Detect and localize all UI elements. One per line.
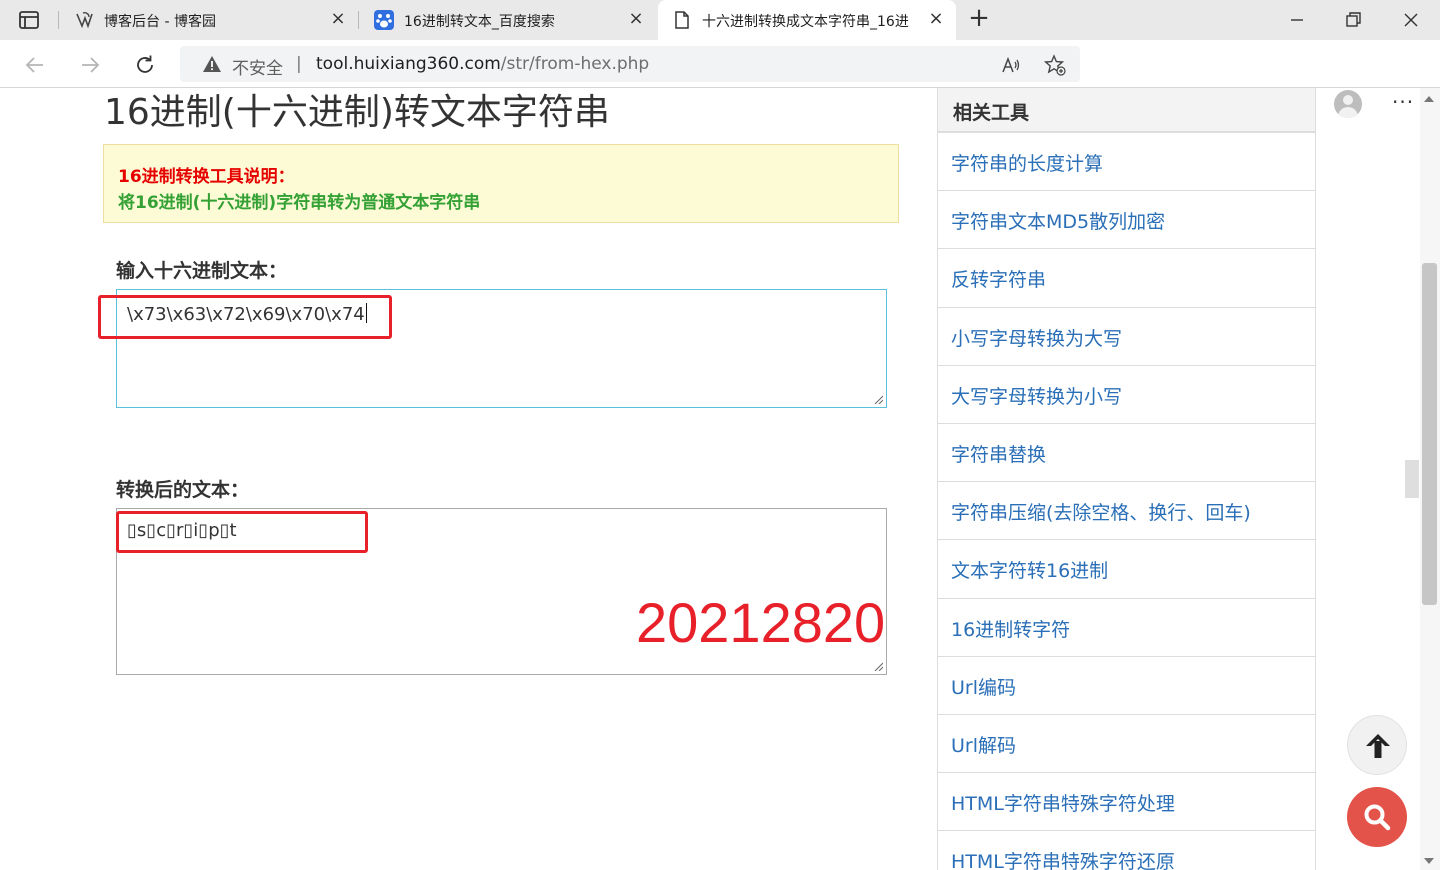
sidebar-link-to-lowercase[interactable]: 大写字母转换为小写 — [938, 366, 1315, 424]
output-label: 转换后的文本： — [116, 479, 250, 501]
tab-title: 十六进制转换成文本字符串_16进 — [702, 14, 909, 30]
sidebar-link-html-unescape[interactable]: HTML字符串特殊字符还原 — [938, 831, 1315, 870]
new-tab-icon[interactable]: + — [966, 5, 992, 32]
sidebar-link-string-compress[interactable]: 字符串压缩(去除空格、换行、回车) — [938, 482, 1315, 541]
tab-baidu[interactable]: 16进制转文本_百度搜索 × — [360, 0, 656, 40]
sidebar-link-reverse-string[interactable]: 反转字符串 — [938, 249, 1315, 308]
sidebar-link-url-encode[interactable]: Url编码 — [938, 657, 1315, 715]
close-window-icon[interactable] — [1399, 8, 1423, 32]
address-separator: | — [296, 54, 302, 74]
close-tab-icon[interactable]: × — [328, 9, 348, 29]
avatar-body — [1338, 107, 1358, 118]
arrow-up-icon — [1366, 734, 1390, 758]
sidebar-link-hex-to-char[interactable]: 16进制转字符 — [938, 599, 1315, 657]
more-options-icon[interactable]: ··· — [1392, 90, 1414, 114]
security-label[interactable]: 不安全 — [232, 54, 283, 79]
url-text[interactable]: tool.huixiang360.com/str/from-hex.php — [316, 54, 649, 74]
tool-notice: 16进制转换工具说明： 将16进制(十六进制)字符串转为普通文本字符串 — [103, 144, 899, 223]
tab-cnblogs[interactable]: 博客后台 - 博客园 × — [60, 0, 358, 40]
restore-icon[interactable] — [1341, 8, 1365, 32]
forward-arrow-icon[interactable] — [77, 52, 103, 78]
scrollbar-thumb[interactable] — [1422, 263, 1437, 605]
browser-toolbar: 不安全 | tool.huixiang360.com/str/from-hex.… — [0, 40, 1440, 121]
input-label: 输入十六进制文本： — [116, 260, 288, 282]
back-arrow-icon[interactable] — [22, 52, 48, 78]
avatar-head — [1343, 95, 1353, 105]
sidebar-link-text-to-hex[interactable]: 文本字符转16进制 — [938, 540, 1315, 599]
sidebar-link-url-decode[interactable]: Url解码 — [938, 715, 1315, 774]
notice-description: 将16进制(十六进制)字符串转为普通文本字符串 — [118, 193, 481, 213]
sidebar-link-html-escape[interactable]: HTML字符串特殊字符处理 — [938, 773, 1315, 832]
refresh-icon[interactable] — [132, 52, 158, 78]
warning-icon[interactable] — [202, 54, 222, 74]
input-highlight-box — [98, 295, 392, 339]
back-to-top-button[interactable] — [1347, 715, 1407, 775]
tab-actions-icon[interactable] — [18, 10, 40, 30]
url-host: tool.huixiang360.com — [316, 54, 501, 74]
related-tools-title: 相关工具 — [938, 88, 1315, 133]
address-bar[interactable]: 不安全 | tool.huixiang360.com/str/from-hex.… — [180, 46, 1080, 82]
vertical-scrollbar[interactable] — [1420, 88, 1440, 870]
scroll-up-arrow-icon[interactable] — [1424, 96, 1434, 102]
annotation-number: 20212820 — [636, 591, 886, 654]
search-button[interactable] — [1347, 787, 1407, 847]
tab-separator — [358, 11, 359, 29]
sidebar-link-to-uppercase[interactable]: 小写字母转换为大写 — [938, 308, 1315, 366]
page-icon — [675, 11, 689, 29]
tab-title: 16进制转文本_百度搜索 — [404, 14, 555, 30]
tab-hex-converter[interactable]: 十六进制转换成文本字符串_16进 × — [658, 0, 956, 40]
close-tab-icon[interactable]: × — [926, 9, 946, 29]
resize-handle-icon[interactable] — [873, 394, 883, 404]
read-aloud-icon[interactable] — [1000, 54, 1022, 76]
tab-title: 博客后台 - 博客园 — [104, 14, 216, 30]
output-highlight-box — [116, 511, 368, 553]
profile-avatar[interactable] — [1334, 90, 1362, 118]
baidu-paw-icon — [374, 10, 394, 30]
sidebar-link-string-replace[interactable]: 字符串替换 — [938, 424, 1315, 483]
page-scroll-marker — [1405, 460, 1419, 498]
search-icon — [1364, 804, 1391, 831]
notice-title: 16进制转换工具说明： — [118, 167, 295, 187]
related-tools-panel: 相关工具 字符串的长度计算 字符串文本MD5散列加密 反转字符串 小写字母转换为… — [937, 88, 1316, 870]
browser-tab-bar: 博客后台 - 博客园 × 16进制转文本_百度搜索 × 十六进制转换成文本字符串… — [0, 0, 1440, 40]
page-title: 16进制(十六进制)转文本字符串 — [104, 92, 610, 133]
tab-separator — [58, 11, 59, 29]
close-tab-icon[interactable]: × — [626, 9, 646, 29]
sidebar-link-md5[interactable]: 字符串文本MD5散列加密 — [938, 191, 1315, 250]
scroll-down-arrow-icon[interactable] — [1424, 858, 1434, 864]
minimize-icon[interactable] — [1285, 8, 1309, 32]
cnblogs-icon — [76, 12, 93, 29]
sidebar-link-string-length[interactable]: 字符串的长度计算 — [938, 133, 1315, 192]
resize-handle-icon[interactable] — [873, 661, 883, 671]
url-path: /str/from-hex.php — [500, 54, 650, 74]
favorite-add-icon[interactable] — [1044, 54, 1066, 76]
